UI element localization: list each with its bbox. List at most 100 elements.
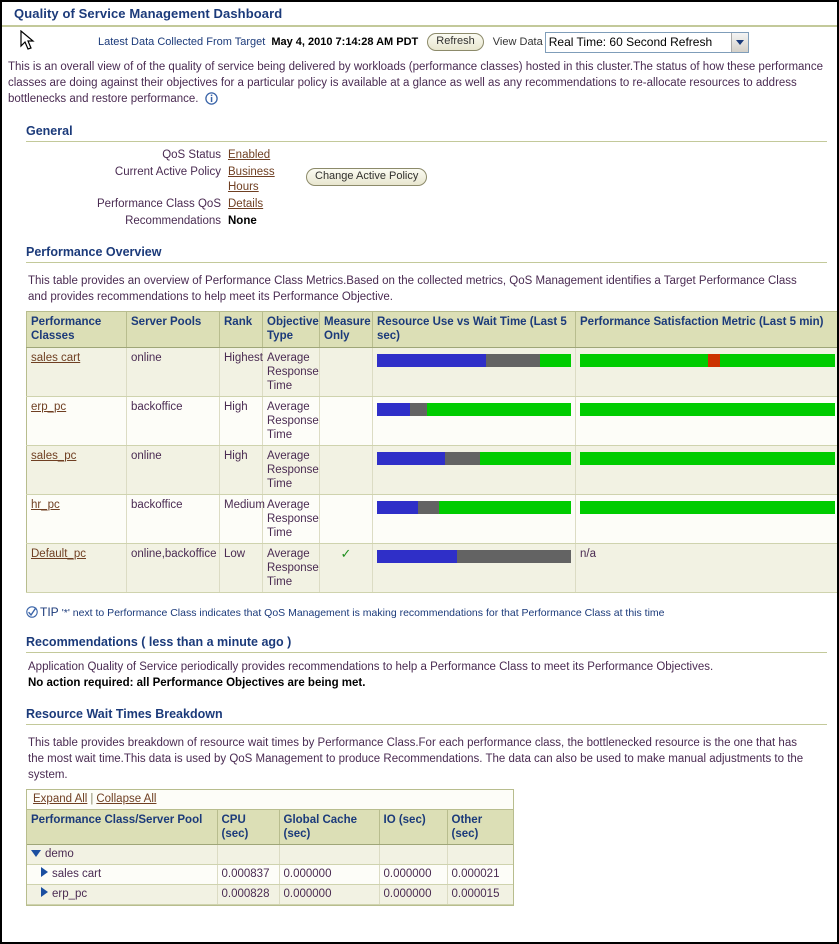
performance-class-link[interactable]: hr_pc [31, 499, 60, 511]
refresh-button[interactable]: Refresh [427, 33, 484, 51]
cell-objective-type: Average Response Time [263, 495, 320, 544]
cell-satisfaction-bar [576, 495, 839, 544]
cell-cpu: 0.000837 [217, 865, 279, 885]
general-label: Current Active Policy [28, 165, 228, 180]
cell-global-cache: 0.000000 [279, 885, 379, 905]
cell-performance-class: sales_pc [27, 446, 127, 495]
cell-other [447, 845, 513, 865]
col-performance-classes: Performance Classes [27, 312, 127, 348]
cell-objective-type: Average Response Time [263, 397, 320, 446]
link-separator: | [87, 793, 96, 805]
bar-segment-satisfied [580, 501, 835, 514]
view-data-selected-value: Real Time: 60 Second Refresh [549, 35, 712, 49]
performance-class-link[interactable]: sales cart [31, 352, 80, 364]
performance-class-link[interactable]: sales_pc [31, 450, 76, 462]
cell-global-cache: 0.000000 [279, 865, 379, 885]
col-objective-type: Objective Type [263, 312, 320, 348]
cell-global-cache [279, 845, 379, 865]
col-pc-server-pool: Performance Class/Server Pool [27, 810, 217, 845]
view-data-select[interactable]: Real Time: 60 Second Refresh [545, 32, 749, 53]
active-policy-link[interactable]: Business Hours [228, 166, 275, 193]
pc-qos-details-link[interactable]: Details [228, 198, 263, 210]
general-row-pc-qos: Performance Class QoS Details [28, 197, 827, 212]
performance-overview-description: This table provides an overview of Perfo… [26, 269, 827, 311]
col-other: Other (sec) [447, 810, 513, 845]
expand-triangle-icon[interactable] [41, 887, 48, 897]
general-value: Details [228, 197, 288, 212]
resource-use-bar [377, 354, 571, 367]
bar-segment-idle [427, 403, 571, 416]
cell-server-pools: online [127, 348, 220, 397]
satisfaction-bar [580, 354, 835, 367]
section-performance-overview: Performance Overview This table provides… [26, 245, 827, 593]
satisfaction-bar [580, 501, 835, 514]
col-io: IO (sec) [379, 810, 447, 845]
bar-segment-idle [439, 501, 571, 514]
general-row-recommendations: Recommendations None [28, 214, 827, 229]
general-value: Enabled [228, 148, 288, 163]
row-label: demo [45, 848, 74, 860]
cell-resource-use-bar [373, 544, 576, 593]
performance-class-link[interactable]: erp_pc [31, 401, 66, 413]
cell-resource-use-bar [373, 348, 576, 397]
bar-segment-resource-use [377, 403, 410, 416]
col-cpu: CPU (sec) [217, 810, 279, 845]
dashboard-page: Quality of Service Management Dashboard … [0, 0, 839, 944]
resource-use-bar [377, 550, 571, 563]
breakdown-header-row: Performance Class/Server Pool CPU (sec) … [27, 810, 513, 845]
cell-other: 0.000021 [447, 865, 513, 885]
table-row: erp_pcbackofficeHighAverage Response Tim… [27, 397, 839, 446]
info-icon[interactable] [205, 92, 218, 110]
tip-line: TIP '*' next to Performance Class indica… [26, 605, 837, 621]
cell-resource-use-bar [373, 397, 576, 446]
cell-io: 0.000000 [379, 885, 447, 905]
collapse-triangle-icon[interactable] [31, 850, 41, 857]
bar-segment-satisfied [580, 452, 835, 465]
qos-status-link[interactable]: Enabled [228, 149, 270, 161]
bar-segment-resource-use [377, 501, 418, 514]
expand-triangle-icon[interactable] [41, 867, 48, 877]
general-value: Business Hours [228, 165, 288, 195]
table-header-row: Performance Classes Server Pools Rank Ob… [27, 312, 839, 348]
bar-segment-wait-time [486, 354, 540, 367]
table-row: demo [27, 845, 513, 865]
collapse-all-link[interactable]: Collapse All [96, 793, 156, 805]
col-rank: Rank [220, 312, 263, 348]
latest-data-timestamp: May 4, 2010 7:14:28 AM PDT [271, 36, 418, 48]
cell-satisfaction-bar [576, 446, 839, 495]
change-active-policy-button[interactable]: Change Active Policy [306, 168, 427, 186]
bar-segment-satisfied [720, 354, 835, 367]
cell-server-pools: online [127, 446, 220, 495]
recommendations-line-2: No action required: all Performance Obje… [28, 675, 827, 691]
chevron-down-icon[interactable] [731, 33, 748, 52]
cell-rank: High [220, 397, 263, 446]
col-measure-only: Measure Only [320, 312, 373, 348]
bar-segment-wait-time [418, 501, 439, 514]
cell-io: 0.000000 [379, 865, 447, 885]
cell-objective-type: Average Response Time [263, 348, 320, 397]
recommendations-body: Application Quality of Service periodica… [26, 659, 827, 691]
general-label: Recommendations [28, 214, 228, 229]
table-row: sales cart onlineHighestAverage Response … [27, 348, 839, 397]
latest-data-label: Latest Data Collected From Target [98, 36, 265, 48]
breakdown-description: This table provides breakdown of resourc… [26, 731, 827, 789]
bar-segment-wait-time [410, 403, 427, 416]
cell-pc-server-pool: erp_pc [27, 885, 217, 905]
general-row-qos-status: QoS Status Enabled [28, 148, 827, 163]
intro-text: This is an overall view of of the qualit… [8, 61, 823, 105]
row-label: erp_pc [52, 888, 87, 900]
bar-segment-wait-time [457, 550, 571, 563]
performance-class-link[interactable]: Default_pc [31, 548, 86, 560]
cell-rank: Highest [220, 348, 263, 397]
general-label: Performance Class QoS [28, 197, 228, 212]
cell-pc-server-pool: demo [27, 845, 217, 865]
breakdown-body: demosales cart0.0008370.0000000.0000000.… [27, 845, 513, 905]
col-global-cache: Global Cache (sec) [279, 810, 379, 845]
resource-use-bar [377, 403, 571, 416]
cell-measure-only [320, 495, 373, 544]
bar-segment-resource-use [377, 354, 486, 367]
expand-all-link[interactable]: Expand All [33, 793, 87, 805]
cell-measure-only [320, 397, 373, 446]
cell-satisfaction-bar [576, 397, 839, 446]
toolbar: Latest Data Collected From Target May 4,… [2, 27, 837, 57]
